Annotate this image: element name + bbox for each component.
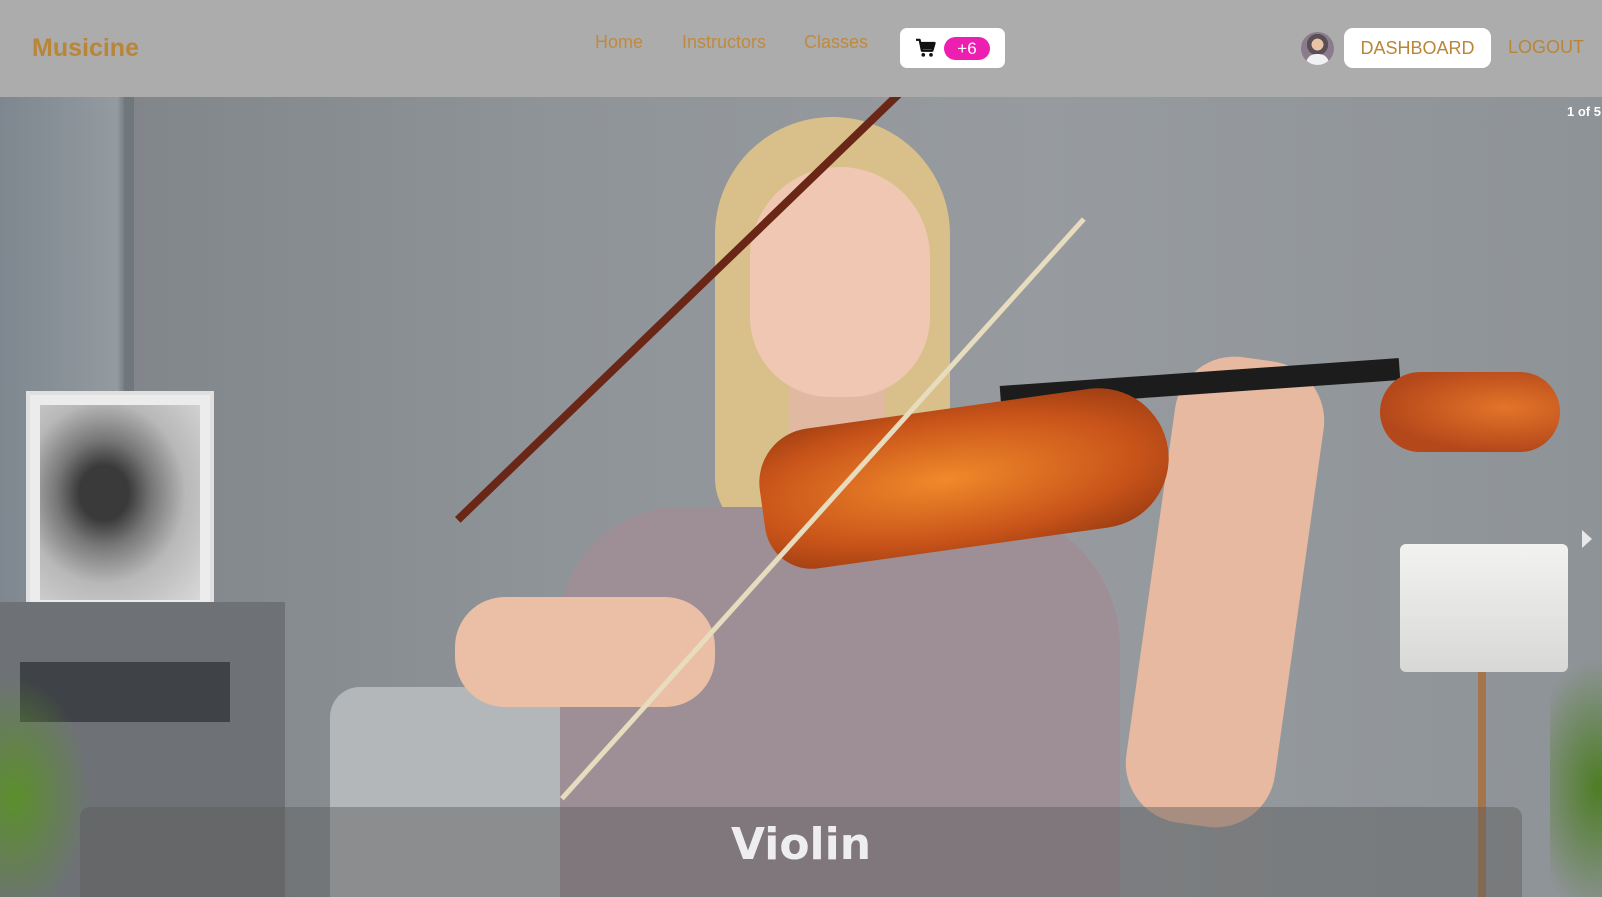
person-arm-left [455,597,715,707]
chevron-right-icon[interactable] [1582,530,1592,548]
nav-link-home[interactable]: Home [595,32,643,53]
nav-link-classes[interactable]: Classes [804,32,868,53]
hero-carousel: 1 of 5 Violin [0,97,1602,897]
lamp-shade [1400,544,1568,672]
logout-link[interactable]: LOGOUT [1508,37,1584,58]
slide-counter: 1 of 5 [1567,104,1601,119]
avatar-body-shape [1306,54,1329,65]
plant-left [0,677,90,897]
slide-caption: Violin [80,807,1522,897]
top-navbar: Musicine Home Instructors Classes +6 DAS… [0,0,1602,97]
slide-caption-title: Violin [730,819,872,870]
plant-right [1550,657,1602,897]
violin-scroll [1380,372,1560,452]
shopping-cart-icon [916,38,936,57]
wall-picture-frame [26,391,214,614]
person-face [750,167,930,397]
nav-link-instructors[interactable]: Instructors [682,32,766,53]
user-avatar[interactable] [1301,32,1334,65]
cart-count-badge: +6 [944,37,990,60]
background-pillar [124,97,134,397]
dashboard-button[interactable]: DASHBOARD [1344,28,1491,68]
brand-logo[interactable]: Musicine [32,34,139,63]
frame-artwork [40,405,200,600]
cart-button[interactable]: +6 [900,28,1005,68]
